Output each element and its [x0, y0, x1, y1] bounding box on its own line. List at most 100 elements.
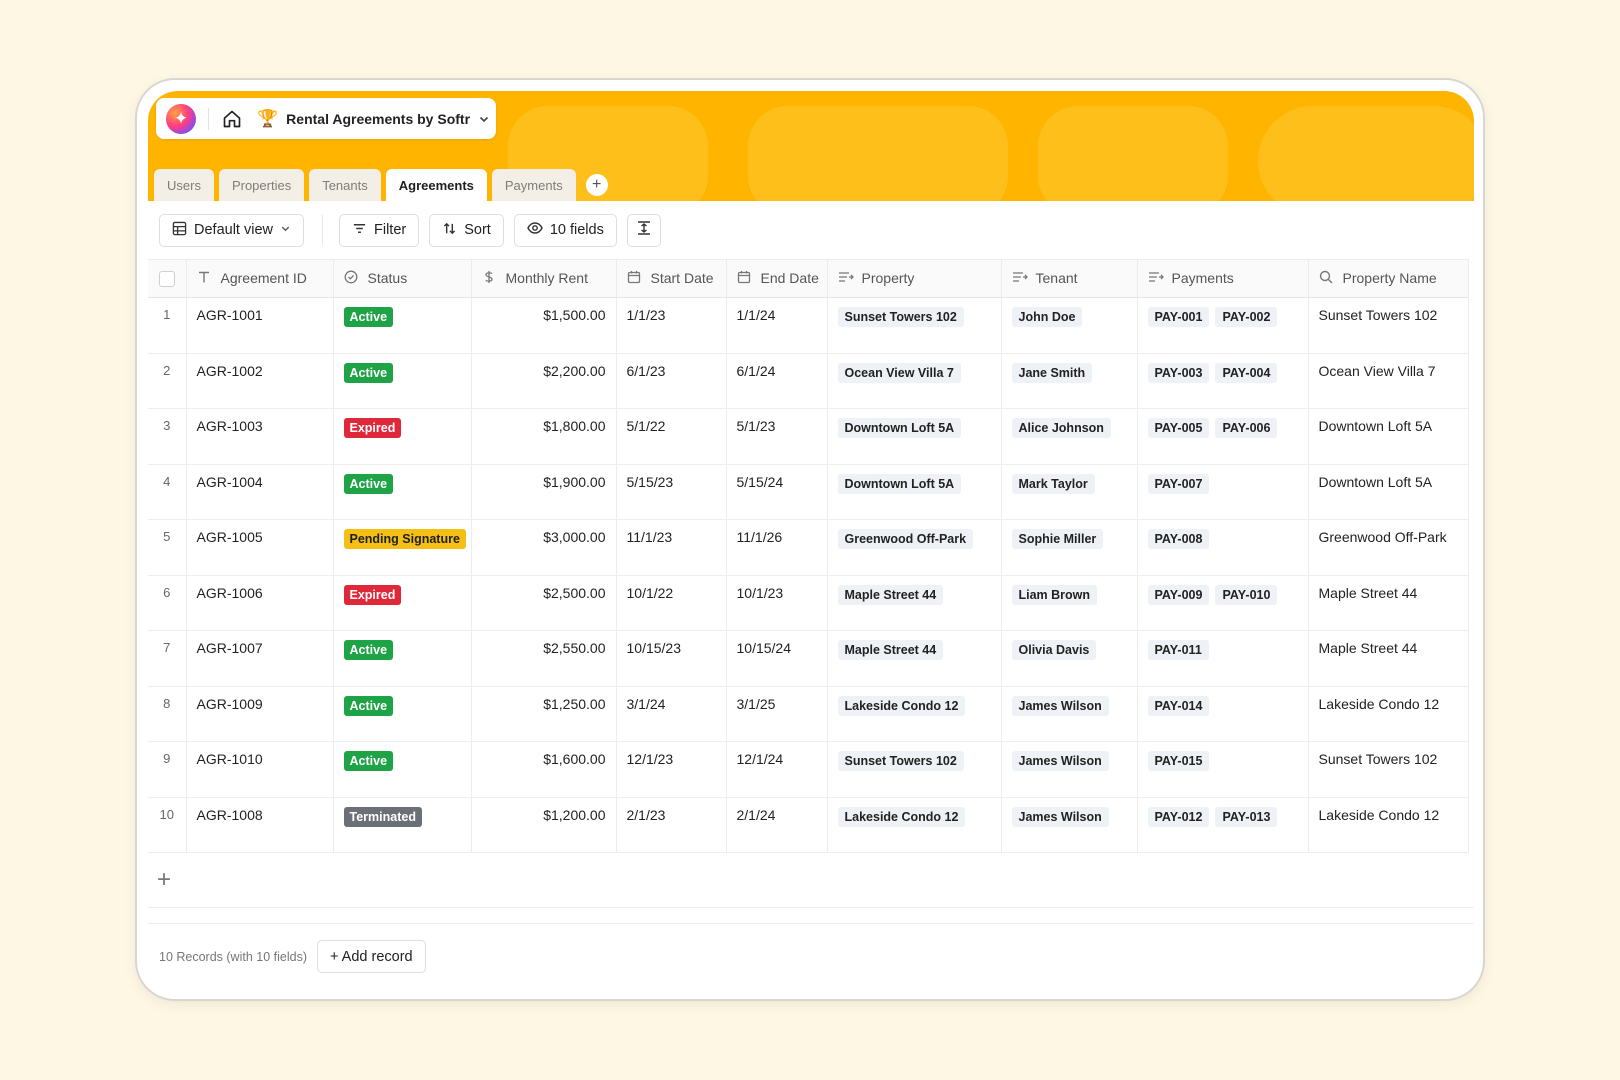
property-name-cell[interactable]: Lakeside Condo 12	[1308, 797, 1469, 853]
property-name-cell[interactable]: Downtown Loft 5A	[1308, 464, 1469, 520]
column-header-status[interactable]: Status	[333, 259, 472, 298]
agreement-id-cell[interactable]: AGR-1001	[186, 297, 334, 354]
end-date-cell[interactable]: 12/1/24	[726, 741, 828, 798]
status-cell[interactable]: Pending Signature	[333, 519, 472, 576]
row-height-button[interactable]	[626, 213, 661, 247]
payments-cell[interactable]: PAY-001 PAY-002	[1137, 297, 1309, 354]
monthly-rent-cell[interactable]: $3,000.00	[471, 519, 617, 576]
end-date-cell[interactable]: 5/1/23	[726, 408, 828, 465]
tab-payments[interactable]: Payments	[491, 169, 576, 201]
tenant-cell[interactable]: James Wilson	[1001, 741, 1138, 798]
start-date-cell[interactable]: 3/1/24	[616, 686, 727, 742]
linked-tenant-chip[interactable]: Alice Johnson	[1011, 418, 1111, 438]
payments-cell[interactable]: PAY-014	[1137, 686, 1309, 742]
start-date-cell[interactable]: 10/15/23	[616, 630, 727, 687]
agreement-id-cell[interactable]: AGR-1010	[186, 741, 334, 798]
linked-tenant-chip[interactable]: John Doe	[1011, 307, 1083, 327]
linked-property-chip[interactable]: Downtown Loft 5A	[837, 418, 962, 438]
linked-property-chip[interactable]: Downtown Loft 5A	[837, 473, 962, 494]
linked-tenant-chip[interactable]: Jane Smith	[1011, 362, 1093, 383]
linked-tenant-chip[interactable]: James Wilson	[1011, 806, 1109, 827]
home-icon[interactable]	[221, 108, 243, 130]
agreement-id-cell[interactable]: AGR-1005	[186, 519, 334, 576]
agreement-id-cell[interactable]: AGR-1009	[186, 686, 334, 742]
linked-payment-chip[interactable]: PAY-008	[1147, 529, 1210, 549]
linked-payment-chip[interactable]: PAY-014	[1147, 695, 1210, 716]
start-date-cell[interactable]: 10/1/22	[616, 575, 727, 631]
agreement-id-cell[interactable]: AGR-1008	[186, 797, 334, 853]
start-date-cell[interactable]: 12/1/23	[616, 741, 727, 798]
end-date-cell[interactable]: 5/15/24	[726, 464, 828, 520]
status-cell[interactable]: Expired	[333, 408, 472, 465]
linked-property-chip[interactable]: Maple Street 44	[837, 640, 944, 660]
table-row[interactable]: 1 AGR-1001 Active $1,500.00 1/1/23 1/1/24 Suns…	[148, 297, 1469, 354]
agreement-id-cell[interactable]: AGR-1003	[186, 408, 334, 465]
filter-button[interactable]: Filter	[338, 213, 420, 247]
payments-cell[interactable]: PAY-015	[1137, 741, 1309, 798]
payments-cell[interactable]: PAY-011	[1137, 630, 1309, 687]
add-tab-button[interactable]: +	[585, 174, 608, 196]
tenant-cell[interactable]: James Wilson	[1001, 797, 1138, 853]
tenant-cell[interactable]: Sophie Miller	[1001, 519, 1138, 576]
start-date-cell[interactable]: 5/1/22	[616, 408, 727, 465]
sort-button[interactable]: Sort	[429, 213, 504, 247]
linked-tenant-chip[interactable]: Mark Taylor	[1011, 473, 1095, 494]
tenant-cell[interactable]: Mark Taylor	[1001, 464, 1138, 520]
property-cell[interactable]: Ocean View Villa 7	[827, 353, 1002, 409]
end-date-cell[interactable]: 10/1/23	[726, 575, 828, 631]
property-cell[interactable]: Maple Street 44	[827, 575, 1002, 631]
linked-payment-chip[interactable]: PAY-006	[1215, 418, 1278, 438]
linked-tenant-chip[interactable]: James Wilson	[1011, 751, 1109, 771]
agreement-id-cell[interactable]: AGR-1002	[186, 353, 334, 409]
view-selector-button[interactable]: Default view	[159, 213, 304, 247]
status-cell[interactable]: Active	[333, 353, 472, 409]
linked-tenant-chip[interactable]: Liam Brown	[1011, 584, 1098, 605]
chevron-down-icon[interactable]	[478, 113, 490, 125]
table-row[interactable]: 5 AGR-1005 Pending Signature $3,000.00 11/1/…	[148, 519, 1469, 576]
column-header-start[interactable]: Start Date	[616, 259, 727, 298]
monthly-rent-cell[interactable]: $1,500.00	[471, 297, 617, 354]
tab-tenants[interactable]: Tenants	[309, 169, 381, 201]
column-header-end[interactable]: End Date	[726, 259, 828, 298]
linked-payment-chip[interactable]: PAY-005	[1147, 418, 1210, 438]
linked-property-chip[interactable]: Sunset Towers 102	[837, 751, 964, 771]
monthly-rent-cell[interactable]: $2,200.00	[471, 353, 617, 409]
monthly-rent-cell[interactable]: $2,550.00	[471, 630, 617, 687]
status-cell[interactable]: Terminated	[333, 797, 472, 853]
property-cell[interactable]: Downtown Loft 5A	[827, 464, 1002, 520]
table-row[interactable]: 10 AGR-1008 Terminated $1,200.00 2/1/23 2/1/2…	[148, 797, 1469, 853]
linked-property-chip[interactable]: Maple Street 44	[837, 584, 944, 605]
linked-property-chip[interactable]: Lakeside Condo 12	[837, 695, 966, 716]
tenant-cell[interactable]: Alice Johnson	[1001, 408, 1138, 465]
payments-cell[interactable]: PAY-005 PAY-006	[1137, 408, 1309, 465]
end-date-cell[interactable]: 6/1/24	[726, 353, 828, 409]
table-row[interactable]: 9 AGR-1010 Active $1,600.00 12/1/23 12/1/24 Su…	[148, 741, 1469, 798]
property-name-cell[interactable]: Sunset Towers 102	[1308, 741, 1469, 798]
status-cell[interactable]: Active	[333, 686, 472, 742]
payments-cell[interactable]: PAY-008	[1137, 519, 1309, 576]
linked-tenant-chip[interactable]: James Wilson	[1011, 695, 1109, 716]
payments-cell[interactable]: PAY-009 PAY-010	[1137, 575, 1309, 631]
status-cell[interactable]: Active	[333, 464, 472, 520]
start-date-cell[interactable]: 1/1/23	[616, 297, 727, 354]
property-cell[interactable]: Greenwood Off-Park	[827, 519, 1002, 576]
linked-payment-chip[interactable]: PAY-013	[1215, 806, 1278, 827]
column-header-property[interactable]: Property	[827, 259, 1002, 298]
tenant-cell[interactable]: Liam Brown	[1001, 575, 1138, 631]
property-cell[interactable]: Maple Street 44	[827, 630, 1002, 687]
linked-payment-chip[interactable]: PAY-010	[1215, 584, 1278, 605]
payments-cell[interactable]: PAY-003 PAY-004	[1137, 353, 1309, 409]
linked-payment-chip[interactable]: PAY-015	[1147, 751, 1210, 771]
select-all-header[interactable]	[148, 259, 187, 298]
linked-property-chip[interactable]: Sunset Towers 102	[837, 307, 964, 327]
property-cell[interactable]: Sunset Towers 102	[827, 297, 1002, 354]
tenant-cell[interactable]: Jane Smith	[1001, 353, 1138, 409]
linked-property-chip[interactable]: Greenwood Off-Park	[837, 529, 974, 549]
tab-users[interactable]: Users	[154, 169, 214, 201]
end-date-cell[interactable]: 2/1/24	[726, 797, 828, 853]
agreement-id-cell[interactable]: AGR-1007	[186, 630, 334, 687]
start-date-cell[interactable]: 5/15/23	[616, 464, 727, 520]
monthly-rent-cell[interactable]: $1,200.00	[471, 797, 617, 853]
table-row[interactable]: 4 AGR-1004 Active $1,900.00 5/15/23 5/15/24 Do…	[148, 464, 1469, 520]
property-name-cell[interactable]: Lakeside Condo 12	[1308, 686, 1469, 742]
